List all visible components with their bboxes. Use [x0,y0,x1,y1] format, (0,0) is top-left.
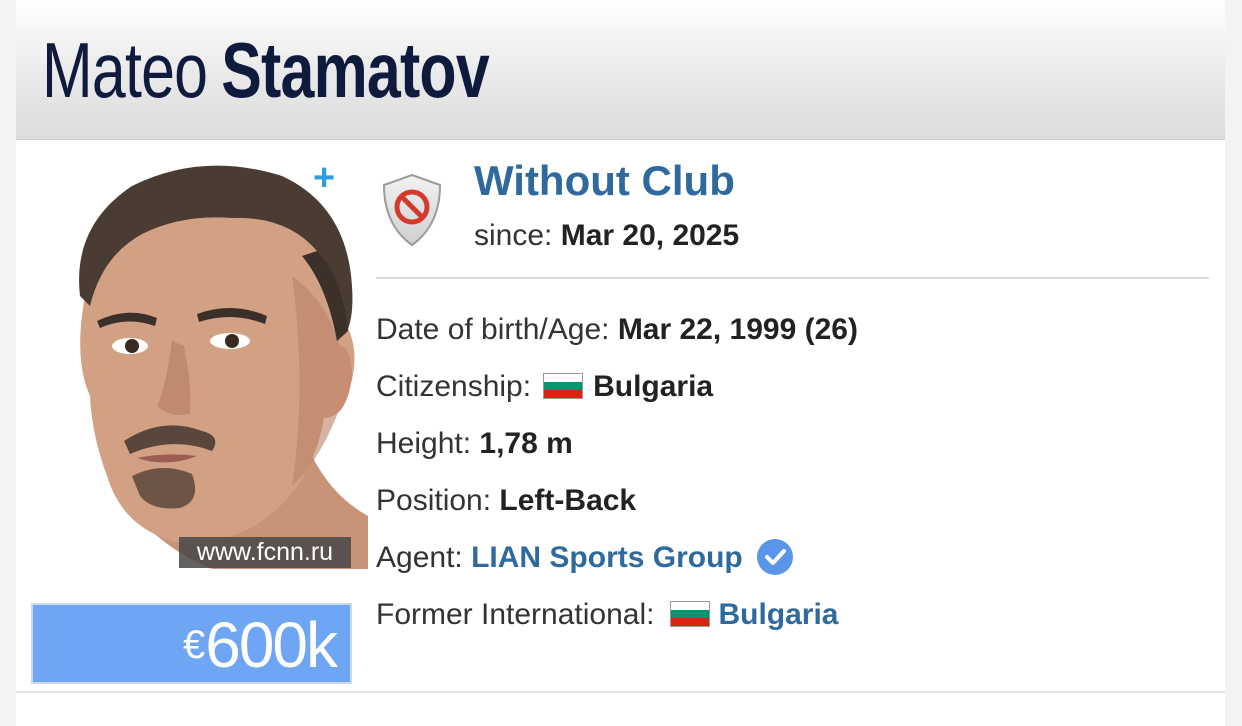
player-info-card: www.fcnn.ru + €600k Without Club since: … [16,140,1225,691]
bulgaria-flag-icon [670,601,711,628]
since-label: since: [474,219,553,252]
date-of-birth-row: Date of birth/Age: Mar 22, 1999 (26) [376,310,858,350]
player-last-name: Stamatov [221,26,489,114]
next-section [16,693,1225,726]
agent-row: Agent: LIAN Sports Group [376,538,793,578]
verified-check-icon [756,539,793,576]
citizenship-label: Citizenship: [376,370,532,403]
since-date: Mar 20, 2025 [560,219,740,252]
position-label: Position: [376,484,492,517]
birth-label: Date of birth/Age: [376,313,610,346]
birth-value: Mar 22, 1999 (26) [617,313,858,346]
position-row: Position: Left-Back [376,481,636,521]
height-value: 1,78 m [479,427,573,460]
player-first-name: Mateo [42,26,208,114]
agent-label: Agent: [376,541,463,574]
photo-watermark: www.fcnn.ru [179,537,351,568]
former-international-link[interactable]: Bulgaria [718,598,838,631]
page-margin-right [1225,0,1242,726]
former-international-row: Former International: Bulgaria [376,595,838,635]
club-name-link[interactable]: Without Club [474,156,735,206]
section-divider [376,277,1209,279]
club-since: since: Mar 20, 2025 [474,218,739,254]
market-value-box[interactable]: €600k [31,603,352,684]
position-value: Left-Back [499,484,637,517]
citizenship-value: Bulgaria [593,370,714,403]
former-international-label: Former International: [376,598,655,631]
add-to-watchlist-button[interactable]: + [313,158,335,198]
player-portrait-image [79,165,368,569]
player-name: Mateo Stamatov [42,20,490,120]
page-margin-left [0,0,16,726]
citizenship-row: Citizenship: Bulgaria [376,367,713,407]
profile-header: Mateo Stamatov [16,0,1225,140]
height-label: Height: [376,427,472,460]
player-photo[interactable] [62,156,368,569]
no-club-shield-icon [380,173,444,247]
market-value-amount: 600k [205,609,338,681]
agent-link[interactable]: LIAN Sports Group [471,541,743,574]
bulgaria-flag-icon [543,373,584,400]
market-value-currency: € [182,623,206,667]
height-row: Height: 1,78 m [376,424,573,464]
